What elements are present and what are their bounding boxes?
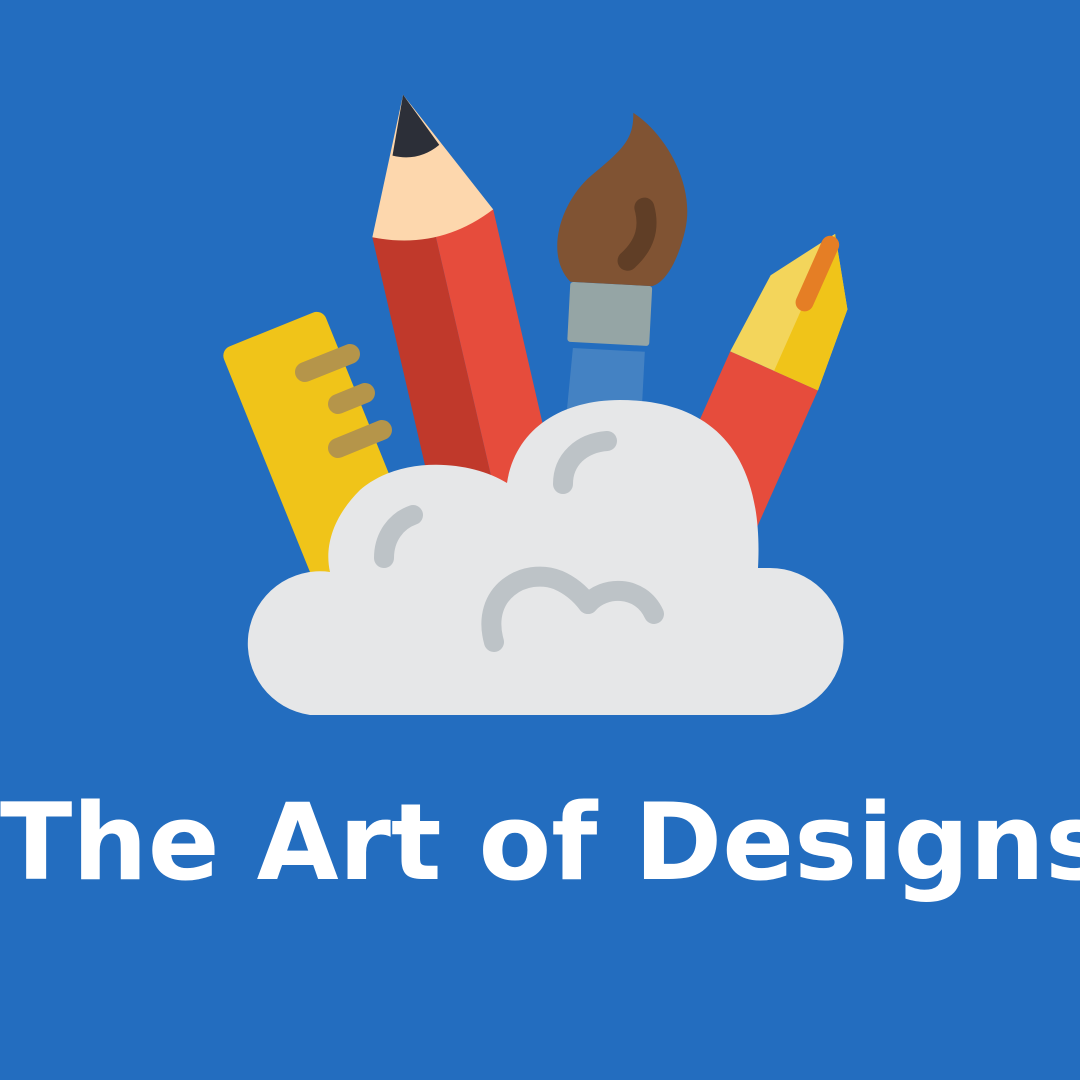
canvas: The Art of Designs: [0, 0, 1080, 1080]
page-title: The Art of Designs: [0, 781, 1080, 904]
art-tools-illustration: [223, 94, 848, 715]
paintbrush-icon: [557, 112, 688, 442]
